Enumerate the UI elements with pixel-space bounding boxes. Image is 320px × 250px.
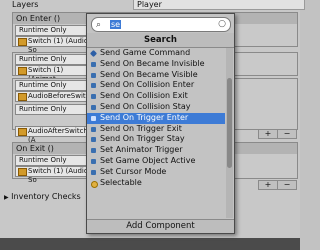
- object-field[interactable]: Switch (1) (Audio So: [15, 36, 91, 54]
- scrollbar-thumb[interactable]: [227, 78, 232, 168]
- script-icon: [91, 137, 96, 143]
- script-icon: [91, 126, 96, 132]
- script-icon: [91, 94, 96, 100]
- object-field-text: AudioBeforeSwitch: [28, 92, 94, 100]
- list-item[interactable]: Send On Collision Enter: [87, 80, 225, 91]
- runtime-dropdown[interactable]: Runtime Only: [15, 80, 90, 91]
- list-item[interactable]: Send On Collision Stay: [87, 102, 225, 113]
- component-icon: [18, 67, 27, 75]
- list-item[interactable]: Set Animator Trigger: [87, 145, 225, 156]
- add-component-popup: ⌕ se ○ Search Send Game Command Send On …: [86, 13, 235, 234]
- script-icon: [91, 115, 96, 121]
- list-item-label: Send On Became Visible: [100, 69, 198, 79]
- list-item-selected[interactable]: Send On Trigger Enter: [87, 112, 225, 124]
- list-item-label: Send On Became Invisible: [100, 58, 205, 68]
- list-scrollbar[interactable]: [226, 48, 233, 218]
- component-list: Send Game Command Send On Became Invisib…: [87, 48, 225, 218]
- runtime-dropdown[interactable]: Runtime Only: [15, 54, 90, 65]
- list-item-label: Send Game Command: [100, 48, 191, 57]
- script-icon: [89, 49, 98, 58]
- popup-title: Search: [87, 33, 234, 48]
- object-field-text: Switch (1) (Audio So: [28, 167, 89, 184]
- list-item-label: Set Cursor Mode: [100, 166, 167, 176]
- list-item-label: Set Animator Trigger: [100, 145, 183, 155]
- object-field[interactable]: Switch (1) (Audio So: [15, 166, 91, 184]
- list-item-label: Set Game Object Active: [100, 155, 196, 165]
- component-icon: [18, 128, 27, 136]
- script-icon: [91, 72, 96, 78]
- component-icon: [18, 93, 27, 101]
- remove-exit-event-button[interactable]: −: [277, 180, 297, 190]
- clear-search-icon[interactable]: ○: [218, 19, 226, 29]
- script-icon: [91, 61, 96, 67]
- runtime-dropdown[interactable]: Runtime Only: [15, 155, 90, 166]
- add-exit-event-button[interactable]: +: [258, 180, 278, 190]
- list-item-label: Send On Trigger Exit: [100, 123, 182, 133]
- add-event-button[interactable]: +: [258, 129, 278, 139]
- object-field[interactable]: AudioBeforeSwitch: [15, 91, 94, 102]
- object-field[interactable]: Switch (1) (Animat: [15, 65, 91, 83]
- component-icon: [18, 168, 27, 176]
- component-icon: [18, 38, 27, 46]
- script-icon: [91, 158, 96, 164]
- bottom-bar: [0, 238, 300, 250]
- list-item[interactable]: Send On Collision Exit: [87, 91, 225, 102]
- list-item[interactable]: Send On Trigger Stay: [87, 134, 225, 145]
- search-icon: ⌕: [96, 20, 102, 30]
- list-item-label: Send On Trigger Enter: [100, 112, 189, 122]
- list-item[interactable]: Set Cursor Mode: [87, 167, 225, 178]
- list-item-label: Send On Collision Exit: [100, 91, 188, 101]
- inventory-checks-label: Inventory Checks: [11, 192, 81, 201]
- list-item[interactable]: Send On Trigger Exit: [87, 124, 225, 135]
- script-icon: [91, 83, 96, 89]
- object-field[interactable]: AudioAfterSwitch (A: [15, 126, 91, 144]
- foldout-arrow-icon: ▶: [4, 194, 9, 201]
- list-item[interactable]: Send Game Command: [87, 48, 225, 59]
- list-item-label: Send On Collision Enter: [100, 80, 195, 90]
- list-item[interactable]: Send On Became Invisible: [87, 59, 225, 70]
- search-input[interactable]: ⌕ se ○: [91, 17, 231, 32]
- script-icon: [91, 169, 96, 175]
- search-text: se: [110, 20, 122, 29]
- list-item[interactable]: Set Game Object Active: [87, 156, 225, 167]
- add-component-button[interactable]: Add Component: [87, 219, 234, 233]
- layers-label: Layers: [12, 0, 39, 9]
- selectable-icon: [91, 180, 98, 188]
- runtime-dropdown[interactable]: Runtime Only: [15, 104, 90, 115]
- list-item-label: Selectable: [100, 177, 142, 187]
- list-item-label: Send On Collision Stay: [100, 101, 191, 111]
- script-icon: [91, 148, 96, 154]
- player-field[interactable]: Player: [133, 0, 305, 10]
- list-item-label: Send On Trigger Stay: [100, 134, 185, 144]
- list-item[interactable]: Send On Became Visible: [87, 70, 225, 81]
- runtime-dropdown[interactable]: Runtime Only: [15, 25, 90, 36]
- inventory-checks-foldout[interactable]: ▶ Inventory Checks: [4, 192, 81, 201]
- remove-event-button[interactable]: −: [277, 129, 297, 139]
- list-item[interactable]: Selectable: [87, 178, 225, 189]
- script-icon: [91, 104, 96, 110]
